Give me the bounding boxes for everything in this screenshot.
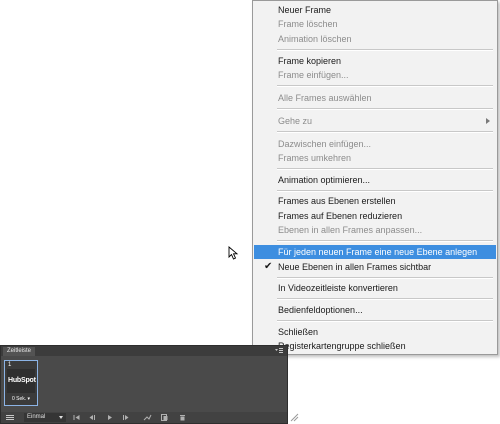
menu-separator [277,320,493,322]
animation-frame[interactable]: 1 HubSpot 0 Sek. ▾ [4,360,38,406]
frame-number: 1 [8,362,12,368]
convert-timeline-icon[interactable] [5,413,15,422]
menu-item-delete-frame[interactable]: Frame löschen [254,17,496,31]
menu-item-panel-options[interactable]: Bedienfeldoptionen... [254,303,496,317]
menu-separator [277,85,493,87]
panel-menu-icon[interactable] [274,347,284,355]
menu-item-delete-animation[interactable]: Animation löschen [254,32,496,46]
menu-separator [277,277,493,279]
menu-separator [277,131,493,133]
chevron-down-icon [59,416,63,419]
menu-separator [277,108,493,110]
menu-separator [277,168,493,170]
checkmark-icon: ✔ [264,261,273,272]
panel-header: Zeitleiste [1,346,287,356]
menu-item-tween[interactable]: Dazwischen einfügen... [254,137,496,151]
chevron-down-icon: ▾ [27,396,31,402]
frames-area [1,356,287,412]
hubspot-logo: HubSpot [8,377,36,384]
menu-separator [277,190,493,192]
menu-item-new-layers-visible-all-frames[interactable]: ✔ Neue Ebenen in allen Frames sichtbar [254,260,496,274]
previous-frame-icon[interactable] [88,413,97,422]
first-frame-icon[interactable] [72,413,81,422]
duplicate-frame-icon[interactable] [160,413,169,422]
tab-timeline[interactable]: Zeitleiste [3,347,36,356]
menu-item-go-to-label: Gehe zu [278,116,313,126]
panel-flyout-menu: Neuer Frame Frame löschen Animation lösc… [252,0,498,355]
menu-item-new-frame[interactable]: Neuer Frame [254,3,496,17]
loop-select-value: Einmal [27,414,46,420]
panel-resize-grip-icon[interactable] [289,412,299,422]
frame-thumbnail: HubSpot [7,369,36,393]
menu-separator [277,49,493,51]
menu-item-reverse-frames[interactable]: Frames umkehren [254,151,496,165]
timeline-toolbar: Einmal [1,412,287,423]
menu-item-close-tab-group[interactable]: Registerkartengruppe schließen [254,339,496,353]
menu-item-convert-to-video-timeline[interactable]: In Videozeitleiste konvertieren [254,281,496,295]
mouse-cursor-icon [228,246,239,260]
next-frame-icon[interactable] [121,413,130,422]
menu-item-copy-frame[interactable]: Frame kopieren [254,54,496,68]
menu-item-match-layer-across-frames[interactable]: Ebenen in allen Frames anpassen... [254,223,496,237]
menu-item-create-new-layer-per-frame[interactable]: Für jeden neuen Frame eine neue Ebene an… [254,245,496,259]
frame-delay-label: 0 Sek. [11,396,27,402]
trash-icon[interactable] [178,413,187,422]
menu-item-paste-frame[interactable]: Frame einfügen... [254,68,496,82]
menu-item-make-frames-from-layers[interactable]: Frames aus Ebenen erstellen [254,194,496,208]
menu-item-optimize-animation[interactable]: Animation optimieren... [254,173,496,187]
menu-item-select-all-frames[interactable]: Alle Frames auswählen [254,91,496,105]
menu-item-label: Neue Ebenen in allen Frames sichtbar [278,262,432,272]
tween-icon[interactable] [143,413,152,422]
play-icon[interactable] [105,413,114,422]
menu-item-close[interactable]: Schließen [254,325,496,339]
submenu-arrow-icon [486,118,490,124]
menu-item-flatten-frames-into-layers[interactable]: Frames auf Ebenen reduzieren [254,209,496,223]
loop-options-select[interactable]: Einmal [24,413,66,422]
menu-separator [277,240,493,242]
frame-delay-dropdown[interactable]: 0 Sek. ▾ [7,395,35,404]
menu-item-go-to[interactable]: Gehe zu [254,114,496,128]
timeline-panel: Zeitleiste 1 HubSpot 0 Sek. ▾ Einmal [0,345,288,424]
menu-separator [277,298,493,300]
